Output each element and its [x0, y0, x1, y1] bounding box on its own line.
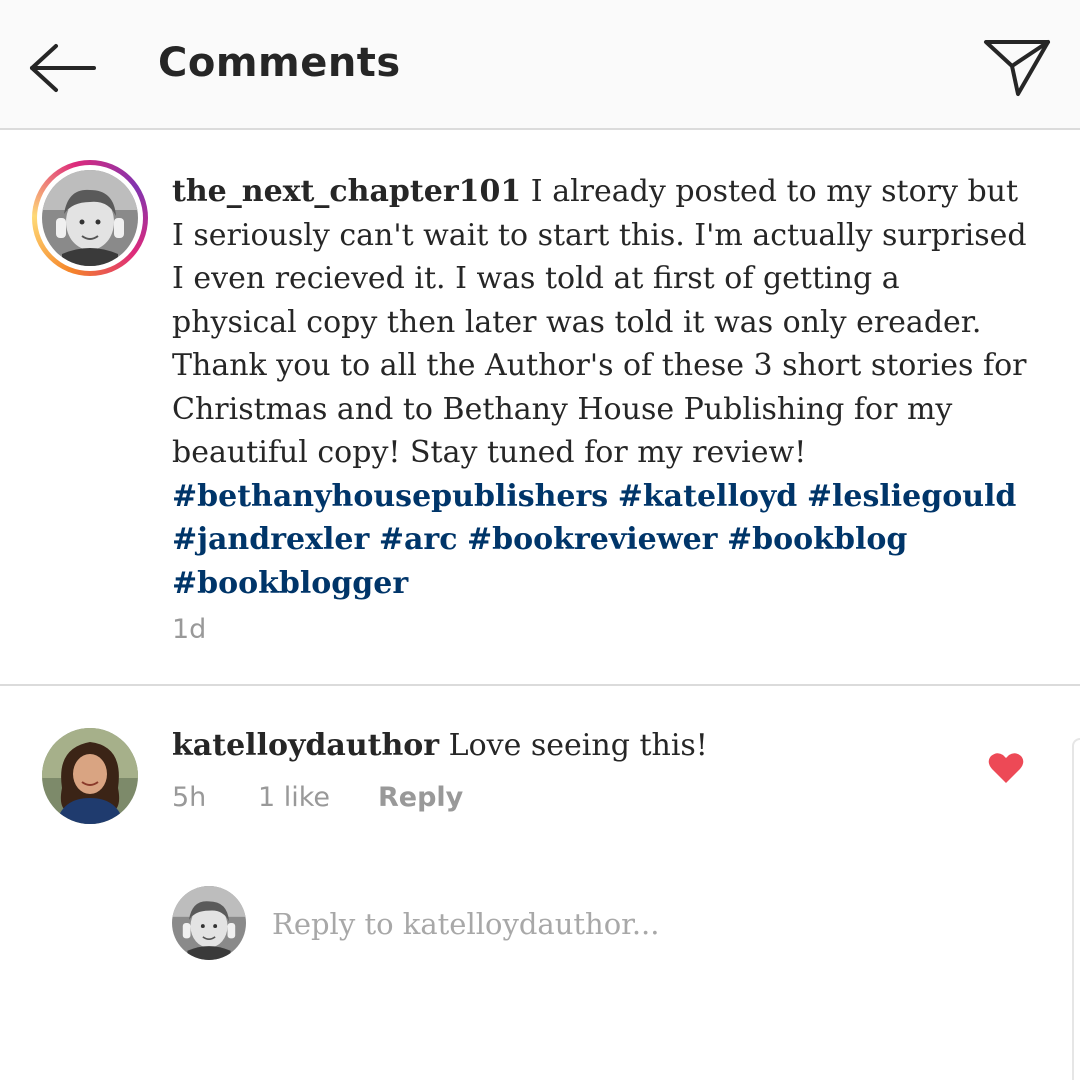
caption-username[interactable]: the_next_chapter101: [172, 174, 521, 209]
hashtag[interactable]: #bookblog: [727, 522, 907, 557]
hashtag[interactable]: #arc: [379, 522, 458, 557]
arrow-left-icon[interactable]: [28, 40, 98, 96]
reply-input[interactable]: [272, 900, 1032, 948]
current-user-avatar: [172, 886, 246, 960]
divider: [0, 684, 1080, 686]
comment-username[interactable]: katelloydauthor: [172, 728, 439, 763]
hashtag[interactable]: #lesliegould: [807, 479, 1017, 514]
caption-author-avatar[interactable]: [32, 160, 148, 276]
commenter-avatar[interactable]: [42, 728, 138, 824]
comment-text: Love seeing this!: [439, 728, 708, 763]
header-bar: Comments: [0, 0, 1080, 130]
hashtag[interactable]: #jandrexler: [172, 522, 369, 557]
comment-timestamp: 5h: [172, 782, 207, 813]
heart-icon[interactable]: [988, 752, 1024, 784]
scroll-edge: [1072, 738, 1080, 1080]
paper-plane-icon[interactable]: [982, 36, 1052, 98]
post-caption: the_next_chapter101 I already posted to …: [172, 170, 1032, 605]
avatar: [42, 170, 138, 266]
hashtag[interactable]: #bookblogger: [172, 566, 408, 601]
hashtag[interactable]: #bookreviewer: [467, 522, 717, 557]
page-title: Comments: [158, 40, 401, 86]
comment-like-count[interactable]: 1 like: [258, 782, 330, 813]
comment-body: katelloydauthor Love seeing this!: [172, 724, 708, 767]
hashtag[interactable]: #bethanyhousepublishers: [172, 479, 608, 514]
caption-timestamp: 1d: [172, 614, 207, 645]
reply-button[interactable]: Reply: [378, 782, 463, 813]
caption-text: I already posted to my story but I serio…: [172, 174, 1027, 470]
hashtag[interactable]: #katelloyd: [618, 479, 798, 514]
